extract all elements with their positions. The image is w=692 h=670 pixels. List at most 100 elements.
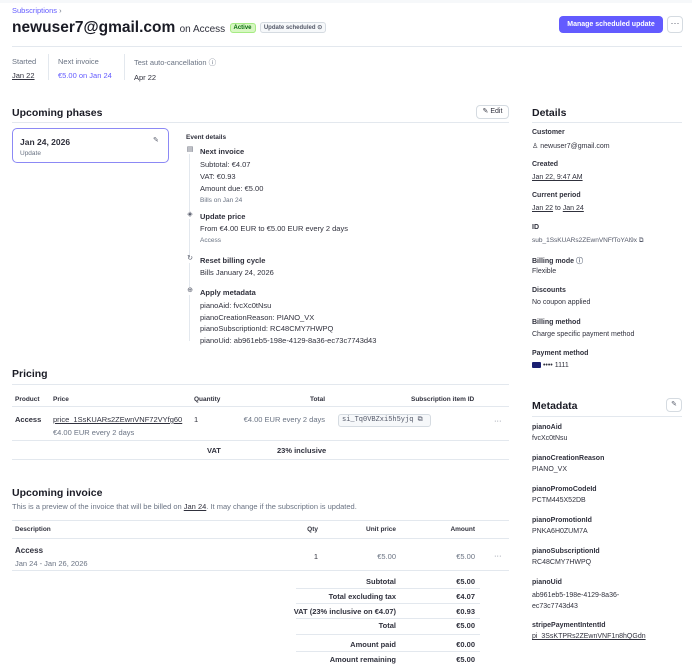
breadcrumb-subscriptions[interactable]: Subscriptions — [12, 6, 57, 15]
total-label: Total excluding tax — [328, 592, 396, 601]
total-label: Subtotal — [366, 577, 396, 586]
started-date-link[interactable]: Jan 22 — [12, 71, 36, 80]
breadcrumb-chevron-icon: › — [59, 6, 62, 15]
metadata-icon: ⊕ — [186, 287, 194, 295]
edit-phases-button[interactable]: ✎ Edit — [476, 105, 509, 119]
row-more-button[interactable]: ··· — [494, 551, 502, 560]
divider — [296, 588, 480, 589]
invoice-line-unit-price: €5.00 — [377, 552, 396, 561]
status-badge: Active — [229, 22, 256, 33]
event-line: pianoUid: ab961eb5-198e-4129-8a36-ec73c7… — [200, 335, 377, 345]
pricing-total: €4.00 EUR every 2 days — [243, 415, 325, 424]
metadata-key: pianoCreationReason — [532, 455, 605, 462]
subscription-item-id-chip[interactable]: si_Tq0VBZxi5h5yjq ⧉ — [338, 414, 431, 427]
event-line: Subtotal: €4.07 — [200, 160, 251, 169]
billing-mode-value: Flexible — [532, 268, 557, 275]
divider — [12, 46, 682, 47]
created-date-link[interactable]: Jan 22, 9:47 AM — [532, 174, 583, 181]
info-icon: ⓘ — [575, 258, 583, 265]
pencil-icon: ✎ — [482, 108, 489, 115]
total-label: Total — [378, 621, 396, 630]
copy-icon[interactable]: ⧉ — [418, 416, 423, 424]
paid-value: €0.00 — [456, 640, 475, 649]
invoice-date-link[interactable]: Jan 24 — [184, 502, 207, 511]
refresh-icon: ↻ — [186, 255, 194, 263]
detail-label: Discounts — [532, 287, 566, 294]
vat-label: VAT — [207, 446, 221, 455]
paid-label: Amount paid — [350, 640, 396, 649]
metadata-key: pianoSubscriptionId — [532, 548, 600, 555]
period-end-link[interactable]: Jan 24 — [563, 205, 584, 212]
visa-card-icon — [532, 362, 541, 369]
divider — [12, 520, 509, 521]
event-line: pianoCreationReason: PIANO_VX — [200, 312, 315, 322]
divider — [12, 538, 509, 539]
metadata-key: pianoUid — [532, 579, 562, 586]
detail-label: Created — [532, 161, 559, 168]
discounts-value: No coupon applied — [532, 299, 591, 306]
breadcrumb[interactable]: Subscriptions › — [12, 6, 62, 15]
row-more-button[interactable]: ··· — [494, 416, 502, 425]
metadata-value: PCTM445X52DB — [532, 497, 586, 504]
event-note: Bills on Jan 24 — [200, 197, 243, 204]
metadata-key: pianoPromotionId — [532, 517, 592, 524]
scheduled-badge: Update scheduled ⊙ — [259, 22, 327, 34]
period-start-link[interactable]: Jan 22 — [532, 205, 553, 212]
invoice-line-name: Access — [15, 546, 44, 555]
metadata-value: fvcXc0tNsu — [532, 435, 568, 442]
metadata-key: stripePaymentIntentId — [532, 622, 606, 629]
event-details-label: Event details — [186, 134, 227, 141]
subscription-id: sub_1SsKUARs2ZEwnVNFfToYAl9x ⧉ — [532, 237, 644, 244]
summary-label: Started — [12, 57, 37, 66]
divider — [532, 122, 682, 123]
invoice-line-qty: 1 — [313, 552, 318, 561]
price-id-link[interactable]: price_1SsKUARs2ZEwnVNF72VYfg60 — [53, 415, 182, 424]
column-header: Qty — [307, 526, 318, 533]
column-header: Quantity — [194, 396, 221, 403]
event-line: Amount due: €5.00 — [200, 184, 264, 193]
invoice-icon: ▤ — [186, 146, 194, 154]
event-title: Apply metadata — [200, 288, 256, 297]
edit-metadata-button[interactable]: ✎ — [666, 398, 682, 412]
timeline-line — [189, 149, 190, 341]
divider — [124, 54, 125, 80]
divider — [296, 634, 480, 635]
invoice-line-period: Jan 24 - Jan 26, 2026 — [15, 559, 88, 568]
customer-link[interactable]: ♙ newuser7@gmail.com — [532, 142, 610, 150]
product-name: on Access — [179, 24, 226, 35]
detail-label: Billing method — [532, 319, 581, 326]
more-options-button[interactable]: ··· — [667, 16, 683, 33]
phase-card[interactable]: Jan 24, 2026 Update ✎ — [12, 128, 169, 163]
metadata-value: RC48CMY7HWPQ — [532, 559, 592, 566]
copy-icon[interactable]: ⧉ — [639, 237, 644, 244]
column-header: Amount — [450, 526, 475, 533]
detail-label: Billing mode ⓘ — [532, 258, 583, 265]
divider — [532, 416, 682, 417]
divider — [12, 570, 509, 571]
detail-label: Payment method — [532, 350, 589, 357]
divider — [12, 384, 509, 385]
clock-icon: ⊙ — [317, 25, 323, 32]
phase-date: Jan 24, 2026 — [20, 137, 71, 147]
person-icon: ♙ — [532, 143, 539, 150]
event-line: Bills January 24, 2026 — [200, 268, 274, 277]
summary-started: Started Jan 22 — [12, 57, 36, 80]
page-title: newuser7@gmail.com on Access Active Upda… — [12, 19, 327, 37]
remaining-label: Amount remaining — [329, 655, 396, 664]
upcoming-invoice-heading: Upcoming invoice — [12, 487, 103, 499]
column-header: Subscription item ID — [411, 396, 475, 403]
metadata-key: pianoAid — [532, 424, 562, 431]
event-lines: Subtotal: €4.07 VAT: €0.93 Amount due: €… — [200, 159, 263, 207]
next-invoice-link[interactable]: €5.00 on Jan 24 — [58, 71, 112, 80]
manage-scheduled-update-button[interactable]: Manage scheduled update — [559, 16, 663, 33]
top-bar — [0, 0, 692, 3]
price-subtitle: €4.00 EUR every 2 days — [53, 428, 135, 437]
pricing-product: Access — [15, 415, 42, 424]
payment-intent-link[interactable]: pi_3SsKTPRs2ZEwnVNF1n8hQGdn — [532, 633, 646, 640]
event-lines: pianoAid: fvcXc0tNsu pianoCreationReason… — [200, 300, 376, 346]
metadata-value: ab961eb5-198e-4129-8a36-ec73c7743d43 — [532, 592, 620, 610]
remaining-value: €5.00 — [456, 655, 475, 664]
customer-email-title: newuser7@gmail.com — [12, 19, 176, 36]
pencil-icon[interactable]: ✎ — [153, 136, 159, 144]
upcoming-phases-heading: Upcoming phases — [12, 107, 103, 119]
